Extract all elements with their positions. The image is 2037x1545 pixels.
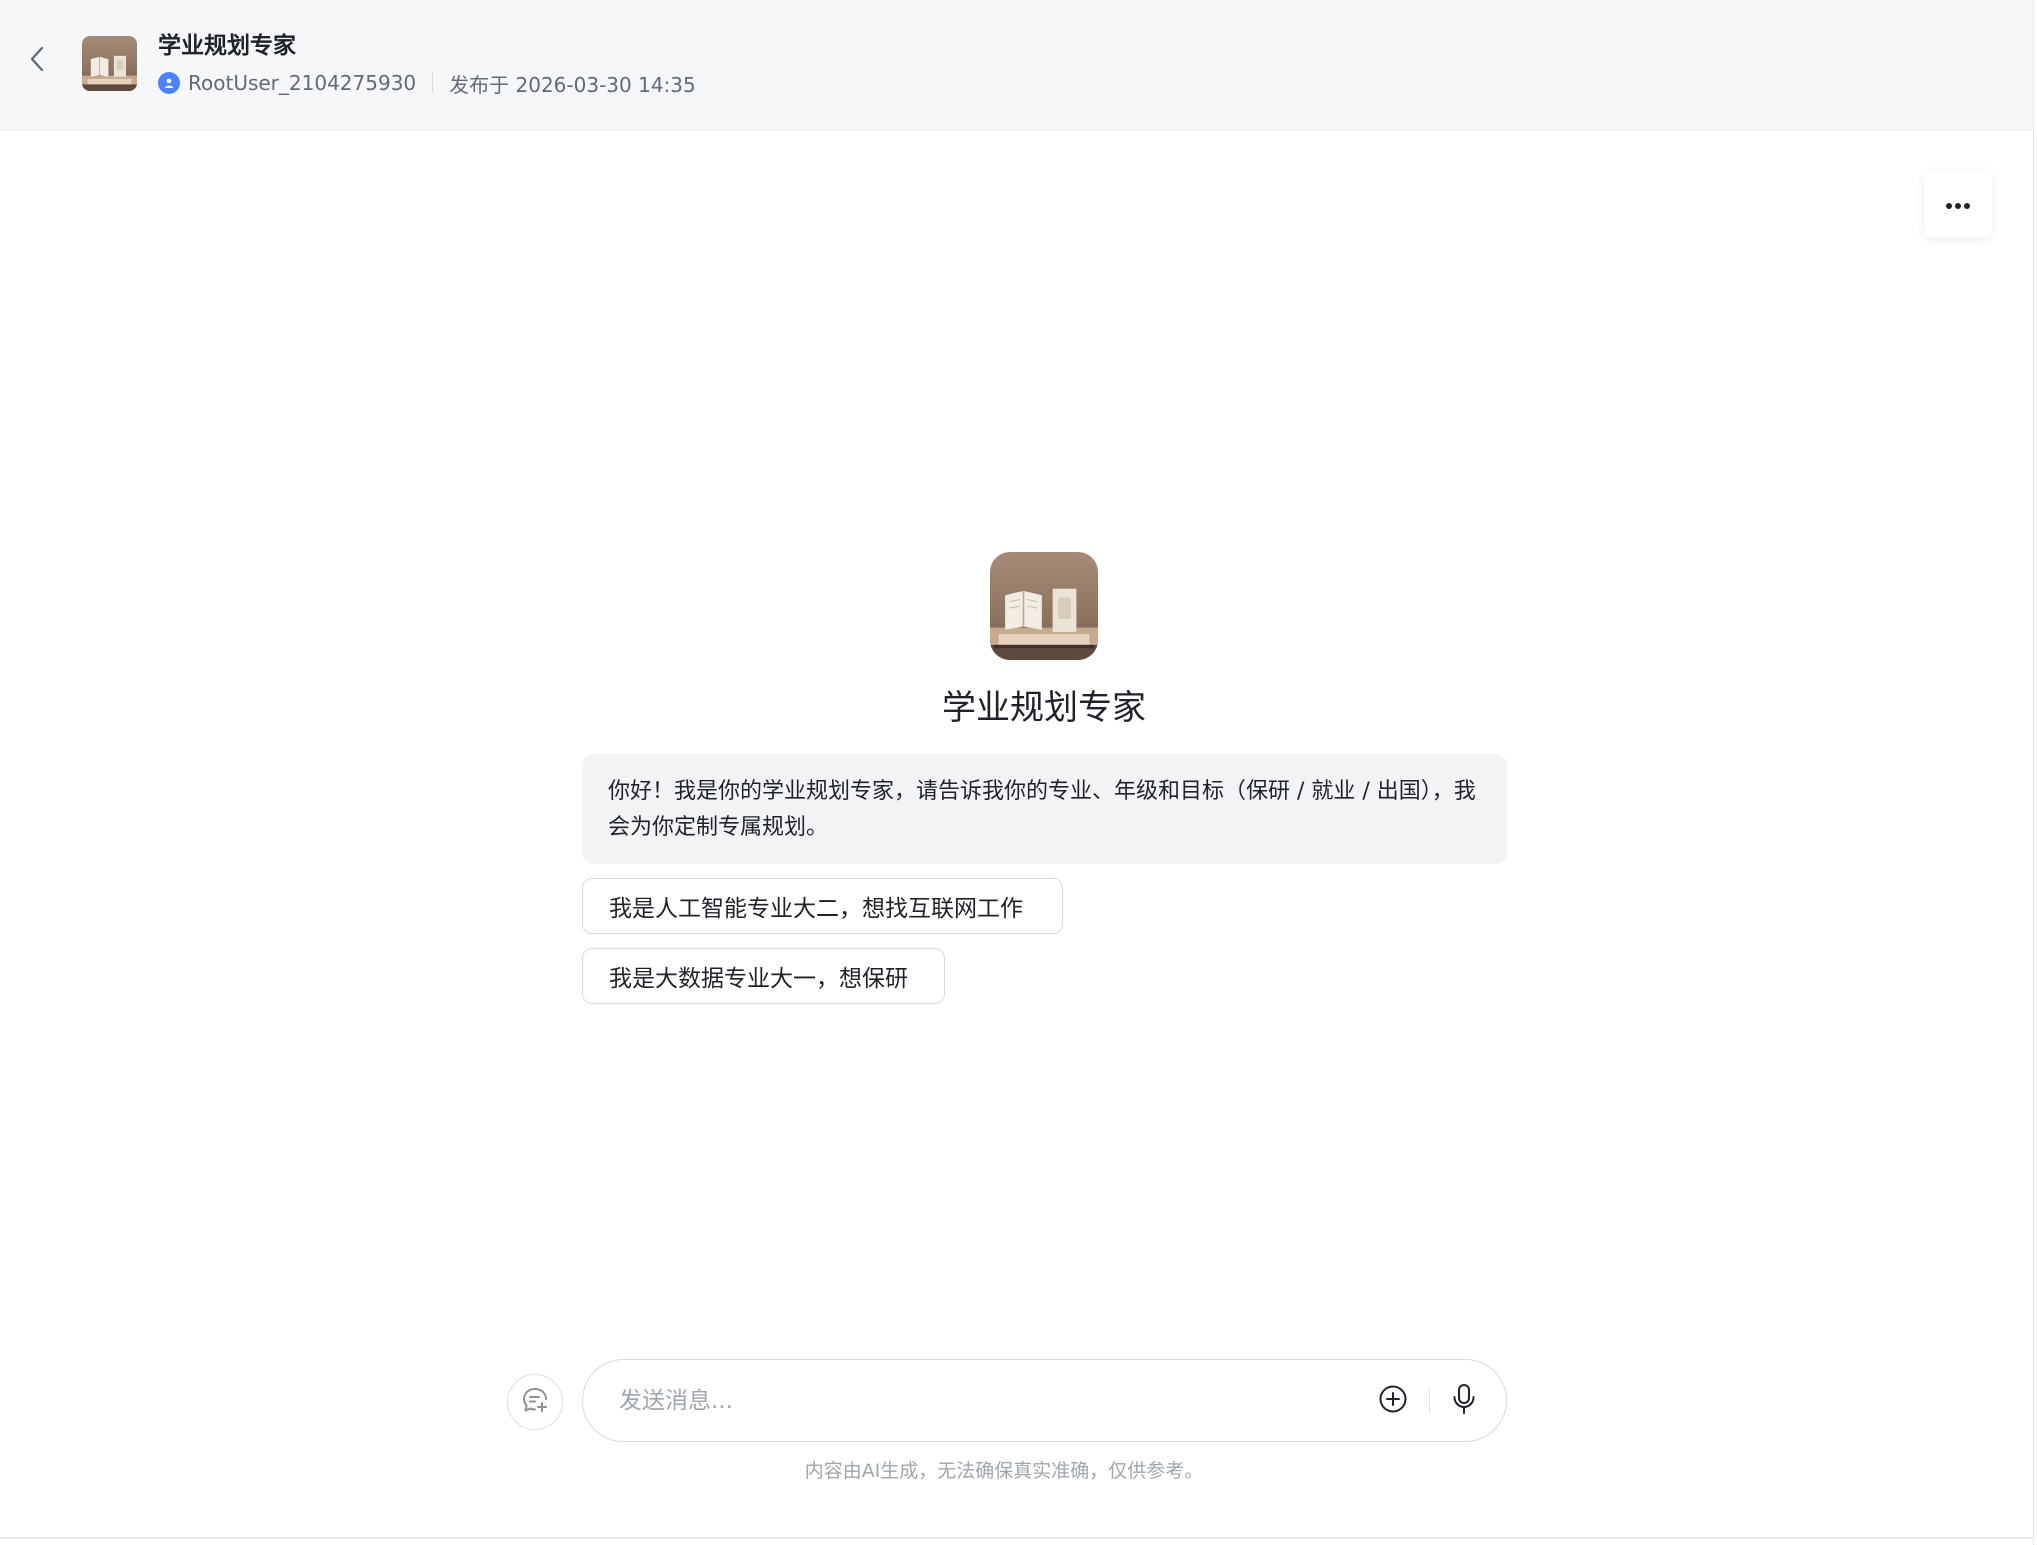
chat-page: 学业规划专家 RootUser_2104275930 发布于 2026-03-3… xyxy=(0,0,2037,1545)
suggestion-chip[interactable]: 我是大数据专业大一，想保研 xyxy=(582,948,945,1004)
agent-avatar xyxy=(990,552,1098,660)
header-title: 学业规划专家 xyxy=(158,33,296,59)
author-name[interactable]: RootUser_2104275930 xyxy=(188,71,416,95)
user-icon xyxy=(158,72,180,94)
voice-input-button[interactable] xyxy=(1445,1382,1483,1420)
more-options-button[interactable] xyxy=(1924,170,1992,238)
publish-time: 发布于 2026-03-30 14:35 xyxy=(449,72,696,97)
message-input[interactable] xyxy=(619,1378,1319,1424)
bottom-divider xyxy=(0,1537,2033,1539)
meta-divider xyxy=(432,73,434,93)
chevron-left-icon xyxy=(28,45,46,77)
header-agent-avatar xyxy=(82,36,137,91)
attach-button[interactable] xyxy=(1374,1382,1412,1420)
back-button[interactable] xyxy=(20,44,54,78)
more-horizontal-icon xyxy=(1945,195,1971,214)
ai-disclaimer: 内容由AI生成，无法确保真实准确，仅供参考。 xyxy=(804,1460,1204,1482)
greeting-message: 你好！我是你的学业规划专家，请告诉我你的专业、年级和目标（保研 / 就业 / 出… xyxy=(582,754,1507,864)
header-meta: RootUser_2104275930 发布于 2026-03-30 14:35 xyxy=(158,68,696,98)
new-chat-icon xyxy=(520,1385,550,1419)
plus-circle-icon xyxy=(1378,1384,1408,1418)
new-chat-button[interactable] xyxy=(507,1374,563,1430)
message-composer xyxy=(582,1359,1507,1442)
right-divider xyxy=(2033,0,2034,1545)
microphone-icon xyxy=(1451,1383,1477,1419)
header-bar: 学业规划专家 RootUser_2104275930 发布于 2026-03-3… xyxy=(0,0,2033,130)
agent-name: 学业规划专家 xyxy=(942,688,1146,728)
composer-divider xyxy=(1429,1389,1430,1413)
suggestion-chip[interactable]: 我是人工智能专业大二，想找互联网工作 xyxy=(582,878,1063,934)
